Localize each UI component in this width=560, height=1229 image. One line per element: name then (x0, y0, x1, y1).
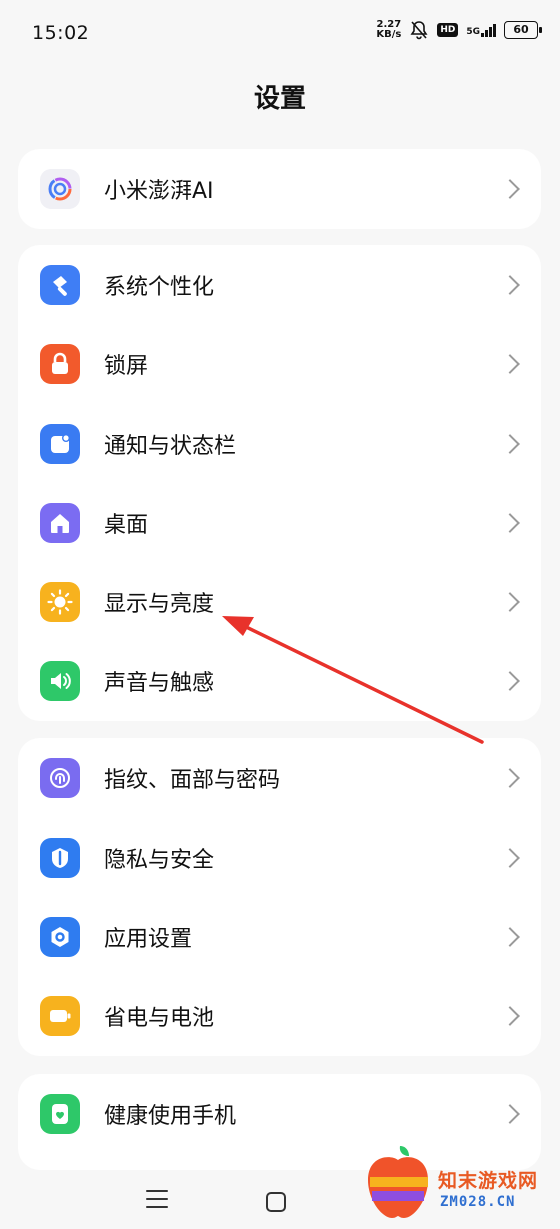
settings-item-label: 通知与状态栏 (104, 434, 237, 459)
settings-item-label: 应用设置 (104, 927, 193, 952)
chevron-right-icon (500, 1104, 520, 1124)
settings-item-label: 声音与触感 (104, 671, 215, 696)
settings-item-display-brightness[interactable]: 显示与亮度 (18, 562, 541, 642)
settings-item-sound-haptics[interactable]: 声音与触感 (18, 641, 541, 721)
digital-wellbeing-icon (40, 1094, 80, 1134)
chevron-right-icon (500, 1006, 520, 1026)
recent-apps-button[interactable] (146, 1190, 168, 1214)
mute-bell-icon (410, 21, 428, 40)
chevron-right-icon (500, 275, 520, 295)
app-settings-icon (40, 917, 80, 957)
home-icon (40, 503, 80, 543)
settings-item-personalization[interactable]: 系统个性化 (18, 245, 541, 325)
notification-icon (40, 424, 80, 464)
settings-item-label: 小米澎湃AI (104, 179, 214, 204)
battery-indicator: 60 (504, 21, 542, 39)
settings-item-home-screen[interactable]: 桌面 (18, 483, 541, 563)
settings-item-privacy-security[interactable]: 隐私与安全 (18, 818, 541, 898)
chevron-right-icon (500, 179, 520, 199)
settings-item-battery[interactable]: 省电与电池 (18, 976, 541, 1056)
lock-icon (40, 344, 80, 384)
signal-bars-icon (481, 23, 496, 37)
signal-indicator: 5G (466, 23, 496, 37)
hyperos-ai-icon (40, 169, 80, 209)
settings-group-ai: 小米澎湃AI (18, 149, 541, 229)
settings-item-label: 指纹、面部与密码 (104, 768, 281, 793)
settings-item-fingerprint[interactable]: 指纹、面部与密码 (18, 738, 541, 818)
status-time: 15:02 (32, 22, 90, 44)
chevron-right-icon (500, 671, 520, 691)
chevron-right-icon (500, 927, 520, 947)
page-title: 设置 (253, 84, 306, 114)
watermark-name: 知末游戏网 (438, 1170, 539, 1192)
fingerprint-icon (40, 758, 80, 798)
chevron-right-icon (500, 434, 520, 454)
home-button[interactable] (266, 1192, 286, 1212)
settings-item-label: 桌面 (104, 513, 149, 538)
settings-item-label: 省电与电池 (104, 1006, 215, 1031)
settings-item-label: 系统个性化 (104, 275, 215, 300)
settings-item-notifications[interactable]: 通知与状态栏 (18, 404, 541, 484)
network-speed: 2.27 KB/s (376, 19, 402, 40)
chevron-right-icon (500, 768, 520, 788)
chevron-right-icon (500, 354, 520, 374)
brightness-icon (40, 582, 80, 622)
settings-item-hyperos-ai[interactable]: 小米澎湃AI (18, 149, 541, 229)
privacy-shield-icon (40, 838, 80, 878)
chevron-right-icon (500, 592, 520, 612)
settings-item-label: 锁屏 (104, 354, 149, 379)
chevron-right-icon (500, 848, 520, 868)
settings-item-label: 显示与亮度 (104, 592, 215, 617)
battery-icon (40, 996, 80, 1036)
watermark-domain: ZM028.CN (440, 1194, 516, 1210)
status-bar: 15:02 2.27 KB/s HD 5G 60 (0, 0, 560, 70)
hd-badge: HD (437, 23, 459, 37)
personalization-icon (40, 265, 80, 305)
site-watermark: 知末游戏网 ZM028.CN (362, 1142, 560, 1229)
chevron-right-icon (500, 513, 520, 533)
apple-logo-icon (368, 1146, 428, 1218)
settings-item-app-settings[interactable]: 应用设置 (18, 897, 541, 977)
settings-item-label: 隐私与安全 (104, 848, 215, 873)
sound-icon (40, 661, 80, 701)
settings-group-security: 指纹、面部与密码 隐私与安全 应用设置 省电与电池 (18, 738, 541, 1056)
settings-group-display: 系统个性化 锁屏 通知与状态栏 桌面 显示与亮度 声音与触感 (18, 245, 541, 721)
settings-item-label: 健康使用手机 (104, 1104, 237, 1129)
settings-item-lock-screen[interactable]: 锁屏 (18, 324, 541, 404)
